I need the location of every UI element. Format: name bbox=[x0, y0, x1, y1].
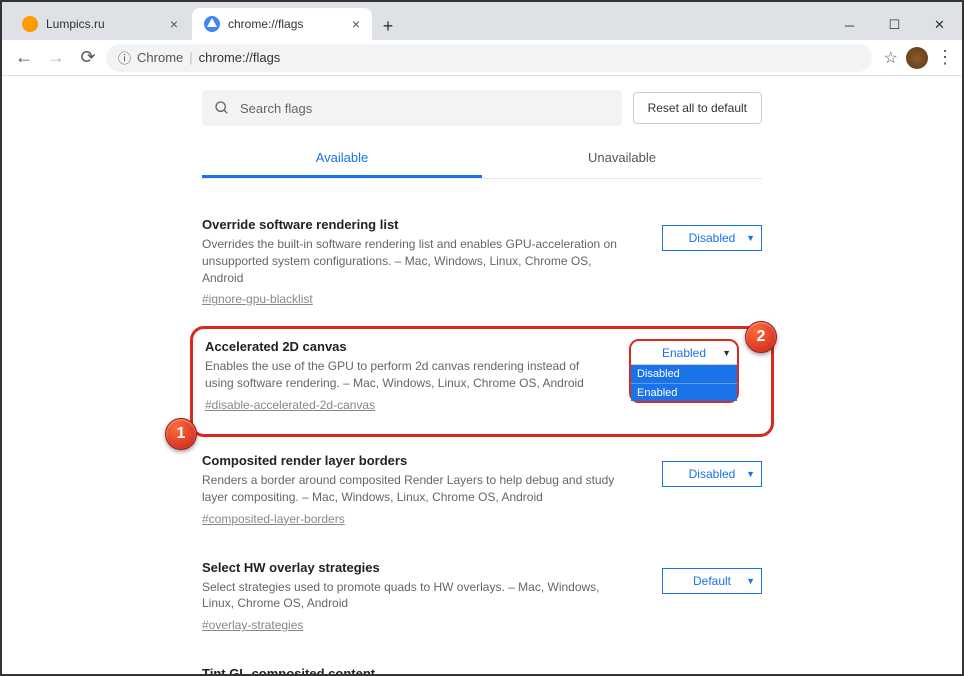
flag-item: Tint GL-composited content Tint contents… bbox=[202, 648, 762, 674]
search-placeholder: Search flags bbox=[240, 101, 312, 116]
highlighted-flag: Accelerated 2D canvas Enables the use of… bbox=[190, 326, 774, 437]
flag-description: Select strategies used to promote quads … bbox=[202, 579, 628, 613]
address-bar: ← → ⟳ ⓘ Chrome | chrome://flags ☆ ⋮ bbox=[2, 40, 962, 76]
search-input[interactable]: Search flags bbox=[202, 90, 622, 126]
origin-label: Chrome bbox=[137, 50, 183, 65]
flag-select[interactable]: Default bbox=[662, 568, 762, 594]
flag-description: Renders a border around composited Rende… bbox=[202, 472, 628, 506]
flag-item: Select HW overlay strategies Select stra… bbox=[202, 542, 762, 649]
back-button[interactable]: ← bbox=[10, 44, 38, 72]
favicon-icon bbox=[204, 16, 220, 32]
flag-title: Select HW overlay strategies bbox=[202, 560, 628, 575]
close-icon[interactable]: × bbox=[170, 16, 178, 32]
flags-tabs: Available Unavailable bbox=[202, 140, 762, 179]
flags-list: Override software rendering list Overrid… bbox=[2, 179, 962, 674]
annotation-badge-2: 2 bbox=[745, 321, 777, 353]
window-controls: ─ ☐ ✕ bbox=[827, 6, 962, 40]
reset-all-button[interactable]: Reset all to default bbox=[633, 92, 762, 124]
favicon-icon bbox=[22, 16, 38, 32]
flag-item: Override software rendering list Overrid… bbox=[202, 199, 762, 322]
flag-select[interactable]: Disabled bbox=[662, 461, 762, 487]
flag-anchor-link[interactable]: #ignore-gpu-blacklist bbox=[202, 292, 313, 306]
globe-icon: ⓘ bbox=[118, 48, 131, 67]
forward-button[interactable]: → bbox=[42, 44, 70, 72]
annotation-badge-1: 1 bbox=[165, 418, 197, 450]
flag-title: Tint GL-composited content bbox=[202, 666, 628, 674]
bookmark-icon[interactable]: ☆ bbox=[884, 48, 898, 68]
avatar[interactable] bbox=[906, 47, 928, 69]
close-icon[interactable]: × bbox=[352, 16, 360, 32]
flag-description: Enables the use of the GPU to perform 2d… bbox=[205, 358, 609, 392]
minimize-button[interactable]: ─ bbox=[827, 10, 872, 40]
search-icon bbox=[214, 100, 230, 116]
flag-title: Accelerated 2D canvas bbox=[205, 339, 609, 354]
flag-title: Override software rendering list bbox=[202, 217, 628, 232]
reload-button[interactable]: ⟳ bbox=[74, 44, 102, 72]
flag-anchor-link[interactable]: #composited-layer-borders bbox=[202, 512, 345, 526]
tab-available[interactable]: Available bbox=[202, 140, 482, 178]
flag-select-open[interactable]: Enabled Disabled Enabled bbox=[629, 339, 739, 403]
tab-title: chrome://flags bbox=[228, 17, 303, 31]
select-current-value[interactable]: Enabled bbox=[631, 341, 737, 365]
browser-titlebar: Lumpics.ru × chrome://flags × + ─ ☐ ✕ bbox=[2, 2, 962, 40]
url-path: chrome://flags bbox=[199, 50, 281, 65]
flags-header: Search flags Reset all to default bbox=[2, 76, 962, 140]
flag-item: Composited render layer borders Renders … bbox=[202, 447, 762, 542]
close-button[interactable]: ✕ bbox=[917, 10, 962, 40]
select-option[interactable]: Disabled bbox=[631, 365, 737, 383]
omnibox[interactable]: ⓘ Chrome | chrome://flags bbox=[106, 44, 872, 72]
flag-anchor-link[interactable]: #overlay-strategies bbox=[202, 618, 303, 632]
select-option[interactable]: Enabled bbox=[631, 383, 737, 401]
flag-description: Overrides the built-in software renderin… bbox=[202, 236, 628, 286]
page-content: Search flags Reset all to default Availa… bbox=[2, 76, 962, 674]
flag-anchor-link[interactable]: #disable-accelerated-2d-canvas bbox=[205, 398, 375, 412]
new-tab-button[interactable]: + bbox=[374, 12, 402, 40]
tab-unavailable[interactable]: Unavailable bbox=[482, 140, 762, 178]
flag-select[interactable]: Disabled bbox=[662, 225, 762, 251]
browser-tab[interactable]: chrome://flags × bbox=[192, 8, 372, 40]
flag-title: Composited render layer borders bbox=[202, 453, 628, 468]
tab-title: Lumpics.ru bbox=[46, 17, 105, 31]
maximize-button[interactable]: ☐ bbox=[872, 10, 917, 40]
browser-tab[interactable]: Lumpics.ru × bbox=[10, 8, 190, 40]
menu-icon[interactable]: ⋮ bbox=[936, 47, 954, 68]
